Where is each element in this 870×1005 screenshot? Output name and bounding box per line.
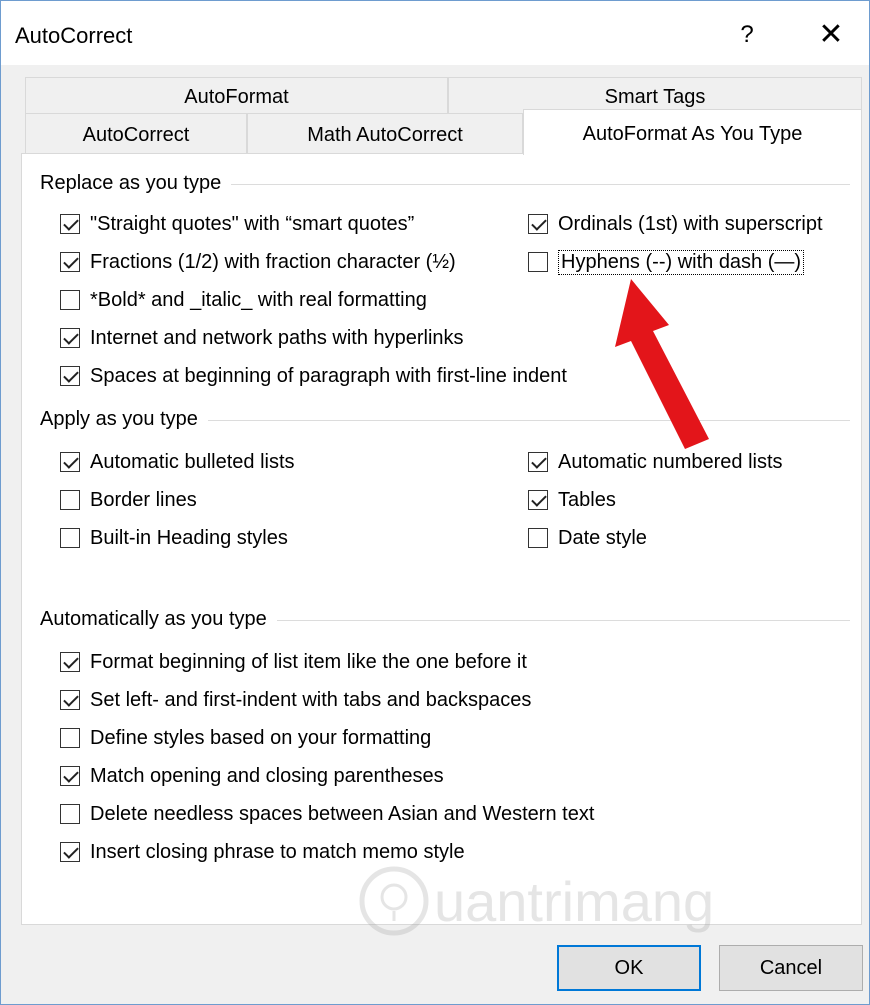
- checkbox-box[interactable]: [528, 252, 548, 272]
- checkbox-box[interactable]: [60, 366, 80, 386]
- checkbox-fractions[interactable]: Fractions (1/2) with fraction character …: [60, 248, 456, 276]
- checkbox-label: *Bold* and _italic_ with real formatting: [90, 288, 427, 311]
- checkbox-label: Tables: [558, 488, 616, 511]
- checkbox-label: Internet and network paths with hyperlin…: [90, 326, 464, 349]
- help-button[interactable]: ?: [727, 15, 767, 55]
- red-arrow-icon: [615, 279, 709, 449]
- autocorrect-dialog: AutoCorrect ? ✕ AutoFormat Smart Tags Au…: [0, 0, 870, 1005]
- checkbox-box[interactable]: [60, 214, 80, 234]
- checkbox-label: Ordinals (1st) with superscript: [558, 212, 823, 235]
- checkbox-label: Hyphens (--) with dash (—): [558, 249, 805, 275]
- checkbox-label: Fractions (1/2) with fraction character …: [90, 250, 456, 273]
- watermark-text: uantrimang: [434, 870, 714, 933]
- checkbox-label: Define styles based on your formatting: [90, 726, 432, 749]
- checkbox-box[interactable]: [528, 528, 548, 548]
- checkbox-box[interactable]: [528, 452, 548, 472]
- checkbox-border-lines[interactable]: Border lines: [60, 486, 197, 514]
- tab-autoformat-as-you-type[interactable]: AutoFormat As You Type: [523, 109, 862, 155]
- checkbox-ordinals[interactable]: Ordinals (1st) with superscript: [528, 210, 823, 238]
- checkbox-label: Set left- and first-indent with tabs and…: [90, 688, 532, 711]
- checkbox-box[interactable]: [528, 490, 548, 510]
- checkbox-match-parentheses[interactable]: Match opening and closing parentheses: [60, 762, 444, 790]
- checkbox-label: Spaces at beginning of paragraph with fi…: [90, 364, 567, 387]
- checkbox-delete-spaces[interactable]: Delete needless spaces between Asian and…: [60, 800, 594, 828]
- title-bar: AutoCorrect ? ✕: [1, 1, 869, 65]
- checkbox-box[interactable]: [60, 652, 80, 672]
- checkbox-box[interactable]: [60, 766, 80, 786]
- checkbox-box[interactable]: [60, 252, 80, 272]
- tab-autoformat-as-you-type-label: AutoFormat As You Type: [582, 123, 803, 145]
- checkbox-date-style[interactable]: Date style: [528, 524, 647, 552]
- checkbox-smart-quotes[interactable]: "Straight quotes" with “smart quotes”: [60, 210, 414, 238]
- tab-autoformat-label: AutoFormat: [184, 86, 289, 108]
- quantrimang-watermark-icon: uantrimang: [359, 866, 714, 936]
- checkbox-label: Automatic bulleted lists: [90, 450, 295, 473]
- checkbox-box[interactable]: [60, 290, 80, 310]
- checkbox-label: Date style: [558, 526, 647, 549]
- window-title: AutoCorrect: [15, 23, 133, 48]
- checkbox-box[interactable]: [528, 214, 548, 234]
- checkbox-box[interactable]: [60, 452, 80, 472]
- checkbox-box[interactable]: [60, 490, 80, 510]
- checkbox-label: Automatic numbered lists: [558, 450, 783, 473]
- tab-math-autocorrect-label: Math AutoCorrect: [307, 124, 463, 146]
- checkbox-bold-italic[interactable]: *Bold* and _italic_ with real formatting: [60, 286, 427, 314]
- checkbox-hyperlinks[interactable]: Internet and network paths with hyperlin…: [60, 324, 464, 352]
- checkbox-define-styles[interactable]: Define styles based on your formatting: [60, 724, 431, 752]
- checkbox-box[interactable]: [60, 804, 80, 824]
- checkbox-first-line-indent[interactable]: Spaces at beginning of paragraph with fi…: [60, 362, 567, 390]
- checkbox-label: Border lines: [90, 488, 197, 511]
- close-button[interactable]: ✕: [807, 15, 855, 55]
- group-label-apply: Apply as you type: [40, 408, 208, 431]
- tab-autocorrect[interactable]: AutoCorrect: [25, 113, 247, 153]
- tab-smart-tags-label: Smart Tags: [604, 86, 706, 108]
- checkbox-set-indent[interactable]: Set left- and first-indent with tabs and…: [60, 686, 531, 714]
- checkbox-box[interactable]: [60, 842, 80, 862]
- checkbox-label: Match opening and closing parentheses: [90, 764, 444, 787]
- checkbox-format-list-item[interactable]: Format beginning of list item like the o…: [60, 648, 527, 676]
- checkbox-hyphens-dash[interactable]: Hyphens (--) with dash (—): [528, 248, 805, 276]
- checkbox-bulleted-lists[interactable]: Automatic bulleted lists: [60, 448, 295, 476]
- checkbox-label: Built-in Heading styles: [90, 526, 288, 549]
- checkbox-label: Format beginning of list item like the o…: [90, 650, 527, 673]
- tab-autocorrect-label: AutoCorrect: [82, 124, 190, 146]
- checkbox-tables[interactable]: Tables: [528, 486, 616, 514]
- tab-panel: Replace as you type "Straight quotes" wi…: [21, 153, 862, 925]
- checkbox-heading-styles[interactable]: Built-in Heading styles: [60, 524, 288, 552]
- cancel-button[interactable]: Cancel: [719, 945, 863, 991]
- tab-math-autocorrect[interactable]: Math AutoCorrect: [247, 113, 523, 153]
- checkbox-label: Delete needless spaces between Asian and…: [90, 802, 595, 825]
- group-label-auto: Automatically as you type: [40, 608, 277, 631]
- checkbox-box[interactable]: [60, 528, 80, 548]
- checkbox-numbered-lists[interactable]: Automatic numbered lists: [528, 448, 783, 476]
- group-label-replace: Replace as you type: [40, 172, 232, 195]
- checkbox-box[interactable]: [60, 728, 80, 748]
- tab-smart-tags[interactable]: Smart Tags: [448, 77, 862, 113]
- checkbox-box[interactable]: [60, 328, 80, 348]
- tab-autoformat[interactable]: AutoFormat: [25, 77, 448, 113]
- ok-button[interactable]: OK: [557, 945, 701, 991]
- checkbox-box[interactable]: [60, 690, 80, 710]
- checkbox-label: "Straight quotes" with “smart quotes”: [90, 212, 415, 235]
